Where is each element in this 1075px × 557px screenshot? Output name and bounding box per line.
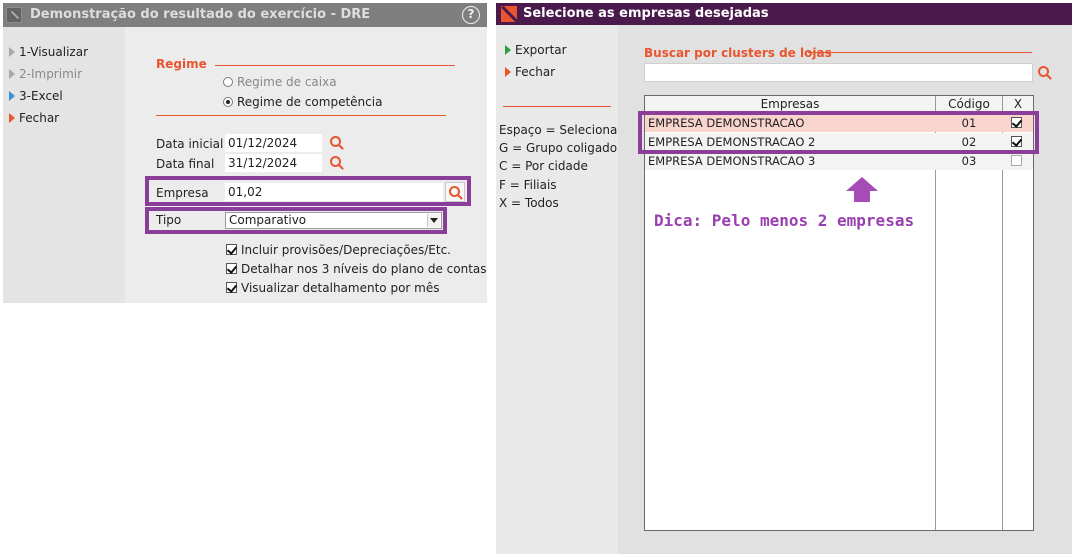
radio-on-icon [223, 97, 233, 107]
regime-divider-bottom [156, 115, 446, 116]
radio-regime-caixa[interactable]: Regime de caixa [223, 75, 337, 89]
company-code-cell: 03 [961, 154, 977, 168]
menu-divider [503, 106, 611, 107]
company-selection-menu: Exportar Fechar Espaço = Selecionado G =… [496, 25, 632, 554]
help-icon[interactable]: ? [462, 6, 480, 24]
radio-regime-competencia[interactable]: Regime de competência [223, 95, 382, 109]
legend-line: G = Grupo coligado [499, 141, 618, 155]
triangle-blue-icon [9, 91, 15, 101]
tipo-label: Tipo [156, 213, 182, 227]
menu-visualizar[interactable]: 1-Visualizar [9, 45, 88, 63]
chevron-down-icon[interactable] [427, 214, 440, 227]
empresa-input[interactable]: 01,02 [225, 183, 443, 201]
dre-title-bar: Demonstração do resultado do exercício -… [3, 3, 487, 27]
tipo-select[interactable]: Comparativo [225, 212, 442, 229]
radio-off-icon [223, 77, 233, 87]
regime-divider-top [215, 65, 455, 66]
checkbox-unchecked-icon[interactable] [1011, 155, 1022, 166]
triangle-gray-icon [9, 69, 15, 79]
triangle-gray-icon [9, 47, 15, 57]
search-clusters-title: Buscar por clusters de lojas [644, 46, 832, 60]
selected-rows-highlight-box [638, 111, 1039, 154]
menu-fechar-right-label: Fechar [515, 65, 556, 79]
legend-line: F = Filiais [499, 178, 557, 192]
companies-grid: Empresas Código X EMPRESA DEMONSTRACAO 0… [644, 95, 1034, 531]
data-inicial-label: Data inicial [156, 137, 224, 151]
tip-annotation: Dica: Pelo menos 2 empresas [654, 211, 915, 230]
company-selection-window: Selecione as empresas desejadas Exportar… [496, 3, 1072, 554]
search-icon[interactable] [330, 156, 344, 170]
legend-line: X = Todos [499, 196, 559, 210]
checkbox-checked-icon [226, 282, 237, 293]
menu-fechar[interactable]: Fechar [9, 111, 59, 129]
triangle-orange-icon [9, 113, 15, 123]
data-inicial-input[interactable]: 01/12/2024 [225, 134, 322, 152]
company-selection-title: Selecione as empresas desejadas [523, 6, 769, 21]
data-final-label: Data final [156, 157, 215, 171]
dre-window: Demonstração do resultado do exercício -… [3, 3, 487, 303]
search-clusters-divider [808, 52, 1032, 53]
check-incluir-provisoes[interactable]: Incluir provisões/Depreciações/Etc. [226, 243, 451, 257]
menu-exportar-label: Exportar [515, 43, 567, 57]
app-logo-icon [501, 6, 517, 22]
check-detalhamento-mes[interactable]: Visualizar detalhamento por mês [226, 281, 439, 295]
checkbox-checked-icon [226, 244, 237, 255]
menu-fechar-label: Fechar [19, 111, 60, 125]
menu-fechar-right[interactable]: Fechar [505, 65, 555, 83]
check-detalhamento-mes-label: Visualizar detalhamento por mês [241, 281, 440, 295]
company-selection-content: Buscar por clusters de lojas Empresas Có… [618, 25, 1072, 554]
check-incluir-provisoes-label: Incluir provisões/Depreciações/Etc. [241, 243, 451, 257]
checkbox-checked-icon [226, 263, 237, 274]
radio-regime-caixa-label: Regime de caixa [237, 75, 337, 89]
radio-regime-competencia-label: Regime de competência [237, 95, 383, 109]
table-row[interactable]: EMPRESA DEMONSTRACAO 3 03 [645, 152, 1033, 170]
company-name-cell: EMPRESA DEMONSTRACAO 3 [648, 154, 816, 168]
menu-imprimir[interactable]: 2-Imprimir [9, 67, 82, 85]
triangle-orange-icon [505, 67, 511, 77]
tipo-select-value: Comparativo [229, 213, 307, 227]
menu-exportar[interactable]: Exportar [505, 43, 567, 61]
legend-line: C = Por cidade [499, 159, 588, 173]
empresa-label: Empresa [156, 186, 209, 200]
app-logo-icon [6, 7, 22, 23]
triangle-green-icon [505, 45, 511, 55]
search-icon[interactable] [1038, 66, 1052, 80]
cluster-search-input[interactable] [644, 63, 1033, 82]
search-icon[interactable] [330, 136, 344, 150]
company-selection-title-bar: Selecione as empresas desejadas [496, 3, 1072, 25]
empresa-search-button[interactable] [445, 182, 465, 202]
search-icon [449, 186, 463, 200]
dre-window-title: Demonstração do resultado do exercício -… [30, 7, 371, 22]
check-detalhar-niveis-label: Detalhar nos 3 níveis do plano de contas [241, 262, 487, 276]
check-detalhar-niveis[interactable]: Detalhar nos 3 níveis do plano de contas [226, 262, 487, 276]
menu-imprimir-label: 2-Imprimir [19, 67, 83, 81]
menu-visualizar-label: 1-Visualizar [19, 45, 89, 59]
menu-excel-label: 3-Excel [19, 89, 63, 103]
dre-form: Regime Regime de caixa Regime de competê… [125, 27, 487, 303]
menu-excel[interactable]: 3-Excel [9, 89, 63, 107]
legend-line: Espaço = Selecionado [499, 123, 633, 137]
regime-title: Regime [156, 57, 207, 71]
data-final-input[interactable]: 31/12/2024 [225, 154, 322, 172]
dre-action-menu: 1-Visualizar 2-Imprimir 3-Excel Fechar [3, 27, 124, 303]
